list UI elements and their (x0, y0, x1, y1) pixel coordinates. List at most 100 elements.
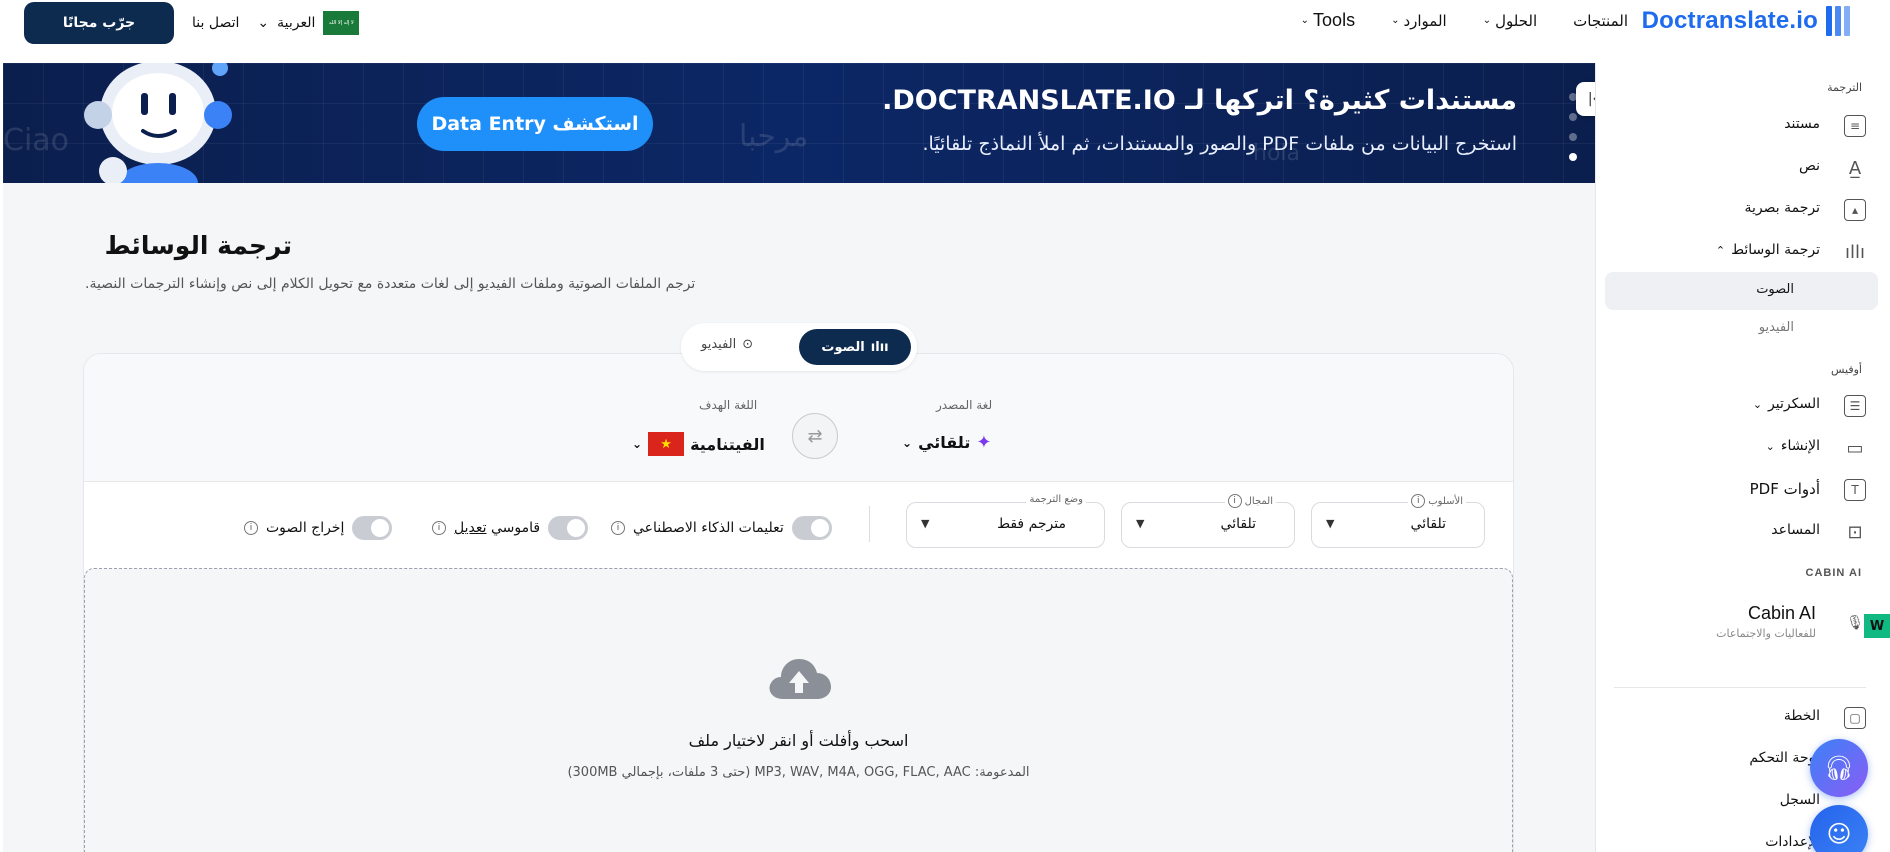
microphone-icon: 🎙︎ (1846, 615, 1864, 631)
sidebar-item-label: ترجمة بصرية (1744, 200, 1821, 216)
cabin-ai-subtitle: للفعاليات والاجتماعات (1716, 627, 1816, 640)
sidebar-subitem-audio[interactable]: الصوت (1605, 272, 1878, 310)
media-type-switch: ılıı الصوت ⊙ الفيديو (681, 323, 917, 371)
source-language-select[interactable]: ✦ تلقائي ⌄ (902, 432, 991, 453)
try-free-button[interactable]: جرّب مجانًا (24, 2, 174, 44)
ai-instructions-toggle[interactable] (791, 516, 832, 540)
target-language-value: الفيتنامية (690, 434, 765, 454)
sidebar-item-label: المساعد (1771, 522, 1820, 538)
nav-solutions[interactable]: الحلول ⌄ (1483, 10, 1537, 31)
mode-value: مترجم فقط (997, 516, 1066, 532)
sidebar-item-media-translation[interactable]: ıllı ترجمة الوسائط ⌃ (1595, 231, 1890, 271)
nav-tools[interactable]: Tools ⌄ (1301, 10, 1355, 31)
pagination-dot[interactable] (1569, 113, 1577, 121)
translation-card: لغة المصدر ✦ تلقائي ⌄ ⇄ اللغة الهدف الفي… (83, 353, 1514, 852)
tab-video[interactable]: ⊙ الفيديو (701, 337, 753, 352)
domain-value: تلقائي (1220, 516, 1256, 532)
audio-output-option: إخراج الصوت i (244, 516, 393, 540)
brand-logo[interactable]: Doctranslate.io (1642, 6, 1854, 36)
pdf-file-icon: T (1844, 479, 1866, 501)
style-select[interactable]: الأسلوب i تلقائي ▼ (1311, 494, 1485, 548)
tab-audio[interactable]: ılıı الصوت (799, 329, 911, 365)
sidebar-divider (1614, 687, 1866, 688)
file-dropzone[interactable]: اسحب وأفلت أو انقر لاختيار ملف المدعومة:… (84, 568, 1513, 852)
image-icon: ▴ (1844, 199, 1866, 221)
info-icon[interactable]: i (611, 521, 625, 535)
nav-resources[interactable]: الموارد ⌄ (1391, 10, 1447, 31)
promo-banner[interactable]: Ciao مرحبا hola مستندات كثيرة؟ اتركها لـ… (3, 63, 1595, 183)
sidebar-section-translation: الترجمة (1827, 81, 1862, 94)
tab-audio-label: الصوت (821, 339, 865, 355)
nav-products-label: المنتجات (1573, 11, 1628, 30)
dictionary-label: قاموسي تعديل (454, 520, 540, 536)
nav-tools-label: Tools (1313, 10, 1356, 30)
style-caption-text: الأسلوب (1428, 495, 1463, 507)
chevron-down-icon: ⌄ (902, 435, 913, 450)
target-language-select[interactable]: الفيتنامية ★ ⌄ (632, 432, 765, 456)
sidebar-item-plan[interactable]: ▢ الخطة (1595, 697, 1890, 737)
sidebar-item-pdf-tools[interactable]: T أدوات PDF (1595, 469, 1890, 509)
info-icon[interactable]: i (1227, 494, 1242, 508)
swap-languages-button[interactable]: ⇄ (792, 413, 838, 459)
page-title: ترجمة الوسائط (104, 231, 292, 260)
source-language-value: تلقائي (918, 433, 971, 452)
waveform-icon: ılıı (870, 339, 889, 355)
sidebar-item-label: أدوات PDF (1749, 480, 1820, 498)
banner-ghost-word: Ciao (3, 123, 70, 158)
sidebar-item-assistant[interactable]: ⊡ المساعد (1595, 511, 1890, 551)
nav-products[interactable]: المنتجات (1573, 10, 1628, 31)
translation-mode-select[interactable]: وضع الترجمة مترجم فقط ▼ (906, 494, 1105, 548)
sidebar-item-secretary[interactable]: ☰ السكرتير ⌄ (1595, 385, 1890, 425)
create-label-text: الإنشاء (1780, 438, 1820, 454)
sidebar-item-label: نص (1798, 158, 1820, 174)
dictionary-option: قاموسي تعديل i (432, 516, 589, 540)
info-icon[interactable]: i (244, 521, 258, 535)
edit-dictionary-link[interactable]: تعديل (454, 520, 487, 536)
sidebar-item-create[interactable]: ▭ الإنشاء ⌄ (1595, 427, 1890, 467)
pagination-dot-active[interactable] (1569, 153, 1577, 161)
tab-video-label: الفيديو (701, 337, 737, 352)
banner-subtitle: استخرج البيانات من ملفات PDF والصور والم… (922, 133, 1517, 155)
dropzone-supported-formats: المدعومة: MP3, WAV, M4A, OGG, FLAC, AAC … (567, 765, 1030, 780)
audio-output-toggle[interactable] (352, 516, 393, 540)
dropzone-title: اسحب وأفلت أو انقر لاختيار ملف (688, 731, 909, 750)
language-label: العربية (277, 15, 316, 31)
sidebar-item-text[interactable]: A̲ نص (1595, 147, 1890, 187)
caret-down-icon: ▼ (921, 517, 930, 530)
top-navbar: Doctranslate.io المنتجات الحلول ⌄ الموارد… (0, 0, 1890, 62)
style-caption: الأسلوب i (1408, 494, 1466, 508)
sidebar-section-office: أوفيس (1831, 363, 1862, 376)
explore-data-entry-button[interactable]: استكشف Data Entry (417, 97, 653, 151)
info-icon[interactable]: i (1411, 494, 1426, 508)
sidebar-item-document[interactable]: ≡ مستند (1595, 105, 1890, 145)
dictionary-toggle[interactable] (548, 516, 589, 540)
sidebar-item-label: مستند (1784, 116, 1820, 132)
caret-down-icon: ▼ (1136, 517, 1145, 530)
sidebar: الترجمة ≡ مستند A̲ نص ▴ ترجمة بصرية ıllı… (1595, 63, 1890, 852)
nav-solutions-label: الحلول (1495, 11, 1538, 30)
sidebar-subitem-label: الصوت (1756, 282, 1794, 297)
secretary-label-text: السكرتير (1768, 396, 1820, 412)
pagination-dot[interactable] (1569, 133, 1577, 141)
nav-resources-label: الموارد (1403, 11, 1447, 30)
play-circle-icon: ⊙ (742, 337, 754, 352)
info-icon[interactable]: i (432, 521, 446, 535)
support-chat-button[interactable]: 🎧︎ (1810, 739, 1868, 797)
chevron-down-icon: ⌄ (1752, 397, 1763, 411)
main-content: ترجمة الوسائط ترجم الملفات الصوتية وملفا… (3, 183, 1595, 852)
ai-instructions-label: تعليمات الذكاء الاصطناعي (633, 520, 784, 536)
options-row: الأسلوب i تلقائي ▼ المجال i تلقائي ▼ وضع ا… (84, 482, 1513, 568)
language-selector[interactable]: ⌄ العربية لا إله إلا الله (257, 11, 360, 35)
top-actions: جرّب مجانًا اتصل بنا ⌄ العربية لا إله إل… (24, 2, 360, 44)
sidebar-item-visual-translation[interactable]: ▴ ترجمة بصرية (1595, 189, 1890, 229)
domain-select[interactable]: المجال i تلقائي ▼ (1121, 494, 1295, 548)
sparkle-icon: ✦ (976, 432, 992, 453)
chevron-down-icon: ⌄ (632, 437, 643, 451)
contact-link[interactable]: اتصل بنا (192, 15, 239, 31)
flag-inscription: لا إله إلا الله (329, 20, 354, 26)
cabin-ai-title: Cabin AI (1747, 603, 1816, 623)
brand-name: Doctranslate.io (1641, 7, 1818, 34)
sidebar-item-label: السجل (1779, 792, 1820, 808)
cabin-ai-logo-icon: W (1864, 614, 1890, 638)
caret-down-icon: ▼ (1326, 517, 1335, 530)
